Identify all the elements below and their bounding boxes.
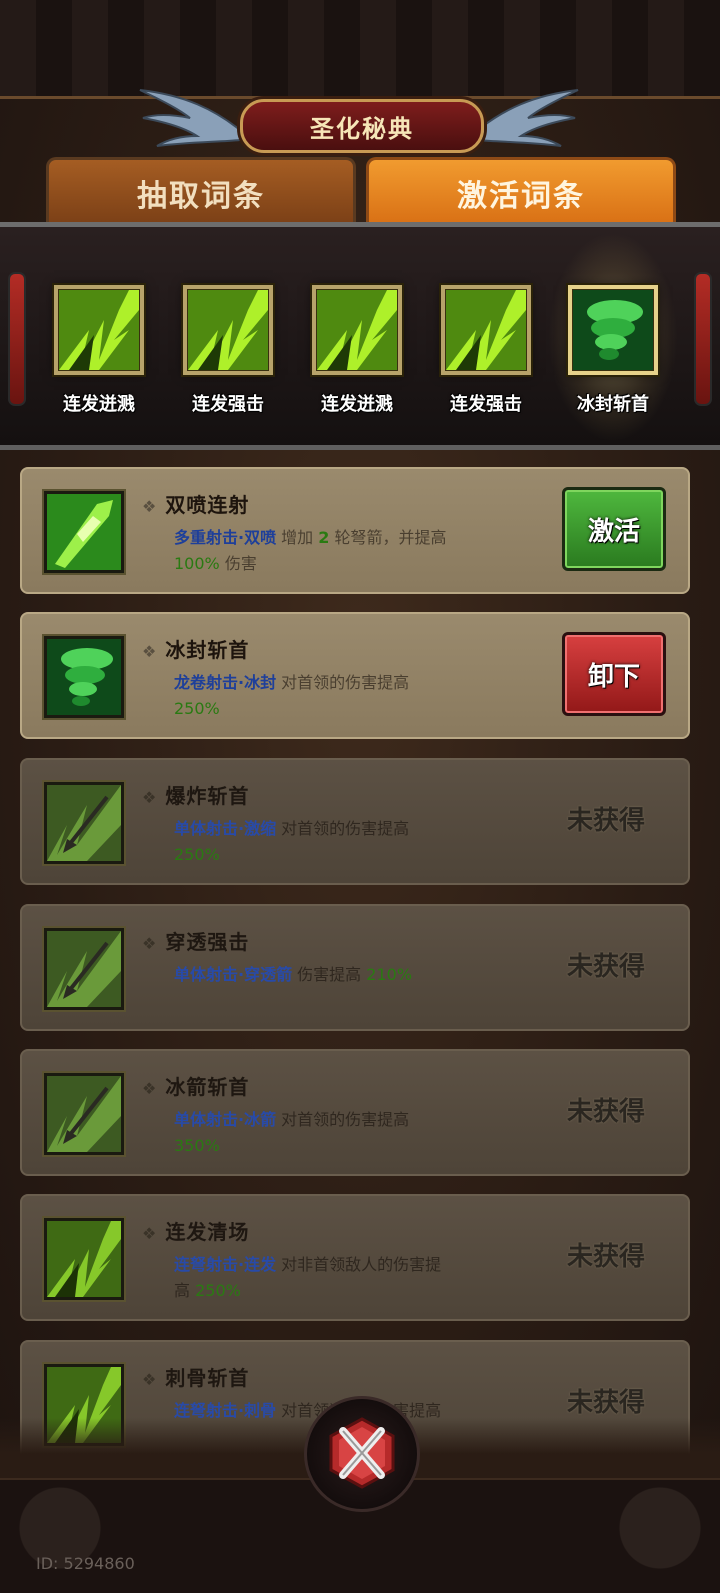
equipped-slot-2-label: 连发强击: [192, 394, 264, 415]
equipped-slot-5-label: 冰封斩首: [577, 394, 649, 415]
equipped-slot-3-label: 连发迸溅: [321, 394, 393, 415]
entry-card[interactable]: ❖ 冰封斩首 龙卷射击·冰封 对首领的伤害提高 250% 卸下: [20, 612, 690, 739]
entry-skill: 连弩射击·连发: [174, 1255, 277, 1274]
entry-desc-text: 高: [174, 1281, 196, 1300]
entry-percent: 250%: [174, 699, 220, 718]
entry-title: 双喷连射: [165, 493, 250, 517]
close-x-icon: [329, 1417, 395, 1489]
tab-activate-entries[interactable]: 激活词条: [366, 157, 676, 226]
equipped-slot-3[interactable]: [312, 285, 402, 375]
equipped-slot-5[interactable]: [568, 285, 658, 375]
not-obtained-label: 未获得: [566, 1388, 645, 1418]
entry-skill: 龙卷射击·冰封: [174, 673, 277, 692]
entry-desc-text: 增加: [276, 528, 319, 547]
entry-description: 单体射击·冰箭 对首领的伤害提高 350%: [174, 1107, 544, 1159]
entry-skill: 单体射击·激缩: [174, 819, 277, 838]
tray-rail-right: [694, 272, 712, 406]
arrow-burst-icon: [59, 290, 139, 370]
player-id: ID: 5294860: [36, 1554, 135, 1573]
not-obtained-label: 未获得: [566, 806, 645, 836]
entry-title: 冰箭斩首: [165, 1075, 250, 1099]
equipped-slot-1-label: 连发迸溅: [63, 394, 135, 415]
entry-description: 龙卷射击·冰封 对首领的伤害提高 250%: [174, 670, 544, 722]
entry-skill: 多重射击·双喷: [174, 528, 277, 547]
entry-skill: 单体射击·穿透箭: [174, 965, 293, 984]
background-top: [0, 0, 720, 100]
tray-rail-left: [8, 272, 26, 406]
entry-skill: 单体射击·冰箭: [174, 1110, 277, 1129]
entry-percent: 350%: [174, 1136, 220, 1155]
entry-description: 单体射击·穿透箭 伤害提高 210%: [174, 962, 544, 988]
entry-desc-text: 对首领的伤害提高: [276, 673, 410, 692]
arrow-burst-icon: [44, 1218, 124, 1300]
ice-tornado-icon: [44, 636, 124, 718]
equipped-slot-2[interactable]: [183, 285, 273, 375]
arrow-burst-icon: [446, 290, 526, 370]
spear-icon: [44, 1073, 124, 1155]
diamond-bullet-icon: ❖: [142, 497, 158, 516]
entry-title: 刺骨斩首: [165, 1366, 250, 1390]
entry-desc-number: 2: [318, 528, 330, 547]
entry-title: 连发清场: [165, 1220, 250, 1244]
entry-desc-text: 对首领的伤害提高: [276, 819, 410, 838]
entry-percent: 250%: [195, 1281, 241, 1300]
page-title: 圣化秘典: [240, 99, 484, 153]
entry-description: 单体射击·激缩 对首领的伤害提高 250%: [174, 816, 544, 868]
activate-button[interactable]: 激活: [562, 487, 666, 571]
entry-desc-text: 伤害: [219, 554, 257, 573]
unequip-button[interactable]: 卸下: [562, 632, 666, 716]
entry-card[interactable]: ❖ 连发清场 连弩射击·连发 对非首领敌人的伤害提高 250% 未获得: [20, 1194, 690, 1321]
entry-description: 多重射击·双喷 增加 2 轮弩箭，并提高 100% 伤害: [174, 525, 544, 577]
entry-title: 穿透强击: [165, 930, 250, 954]
entry-card[interactable]: ❖ 爆炸斩首 单体射击·激缩 对首领的伤害提高 250% 未获得: [20, 758, 690, 885]
diamond-bullet-icon: ❖: [142, 1224, 158, 1243]
diamond-bullet-icon: ❖: [142, 1370, 158, 1389]
wing-left-icon: [139, 89, 241, 147]
entry-card[interactable]: ❖ 冰箭斩首 单体射击·冰箭 对首领的伤害提高 350% 未获得: [20, 1049, 690, 1176]
spear-icon: [44, 782, 124, 864]
not-obtained-label: 未获得: [566, 952, 645, 982]
entry-percent: 210%: [366, 965, 413, 984]
spear-icon: [44, 928, 124, 1010]
entry-percent: 100%: [174, 554, 220, 573]
wing-right-icon: [477, 89, 579, 147]
entry-desc-text: 对首领的伤害提高: [276, 1110, 410, 1129]
not-obtained-label: 未获得: [566, 1097, 645, 1127]
diamond-bullet-icon: ❖: [142, 642, 158, 661]
entry-title: 爆炸斩首: [165, 784, 250, 808]
equipped-slot-4-label: 连发强击: [450, 394, 522, 415]
arrow-burst-icon: [188, 290, 268, 370]
entry-card[interactable]: ❖ 双喷连射 多重射击·双喷 增加 2 轮弩箭，并提高 100% 伤害 激活: [20, 467, 690, 594]
entry-card[interactable]: ❖ 穿透强击 单体射击·穿透箭 伤害提高 210% 未获得: [20, 904, 690, 1031]
close-button[interactable]: [304, 1396, 420, 1512]
equipped-slot-1[interactable]: [54, 285, 144, 375]
diamond-bullet-icon: ❖: [142, 1079, 158, 1098]
entry-desc-text: 轮弩箭，并提高: [329, 528, 447, 547]
tab-draw-entries[interactable]: 抽取词条: [46, 157, 356, 226]
ice-tornado-icon: [573, 290, 653, 370]
crystal-arrow-icon: [44, 491, 124, 573]
entry-desc-text: 伤害提高: [292, 965, 367, 984]
diamond-bullet-icon: ❖: [142, 788, 158, 807]
equipped-slot-4[interactable]: [441, 285, 531, 375]
entry-percent: 250%: [174, 845, 220, 864]
not-obtained-label: 未获得: [566, 1242, 645, 1272]
entry-desc-text: 对非首领敌人的伤害提: [276, 1255, 442, 1274]
entry-description: 连弩射击·连发 对非首领敌人的伤害提高 250%: [174, 1252, 544, 1304]
diamond-bullet-icon: ❖: [142, 934, 158, 953]
arrow-burst-icon: [317, 290, 397, 370]
entry-title: 冰封斩首: [165, 638, 250, 662]
